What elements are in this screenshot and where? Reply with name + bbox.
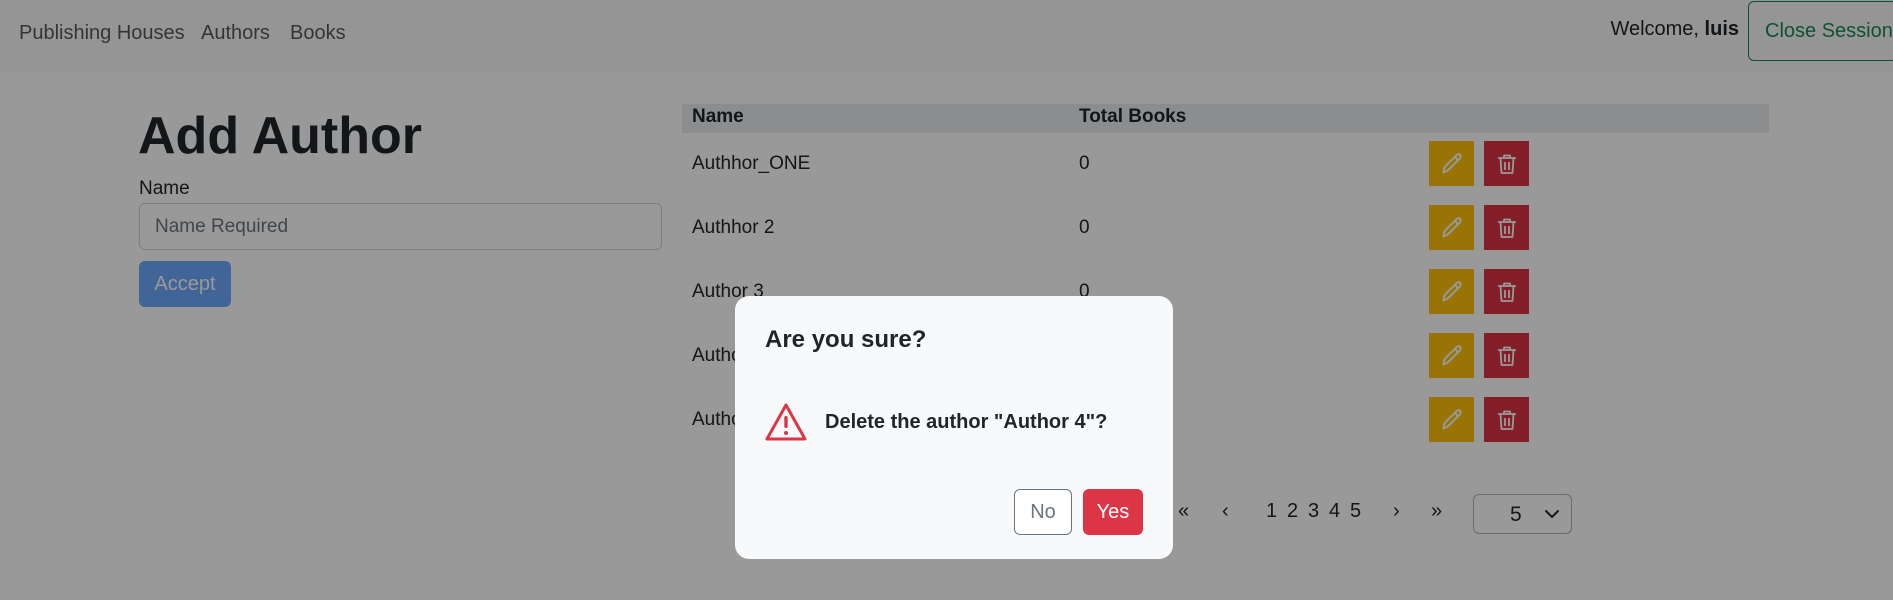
yes-button[interactable]: Yes	[1083, 489, 1143, 535]
no-button[interactable]: No	[1014, 489, 1072, 535]
warning-triangle-icon	[765, 403, 807, 441]
dialog-title: Are you sure?	[765, 326, 927, 353]
dialog-message: Delete the author "Author 4"?	[825, 411, 1108, 433]
confirm-dialog: Are you sure? Delete the author "Author …	[735, 296, 1173, 559]
